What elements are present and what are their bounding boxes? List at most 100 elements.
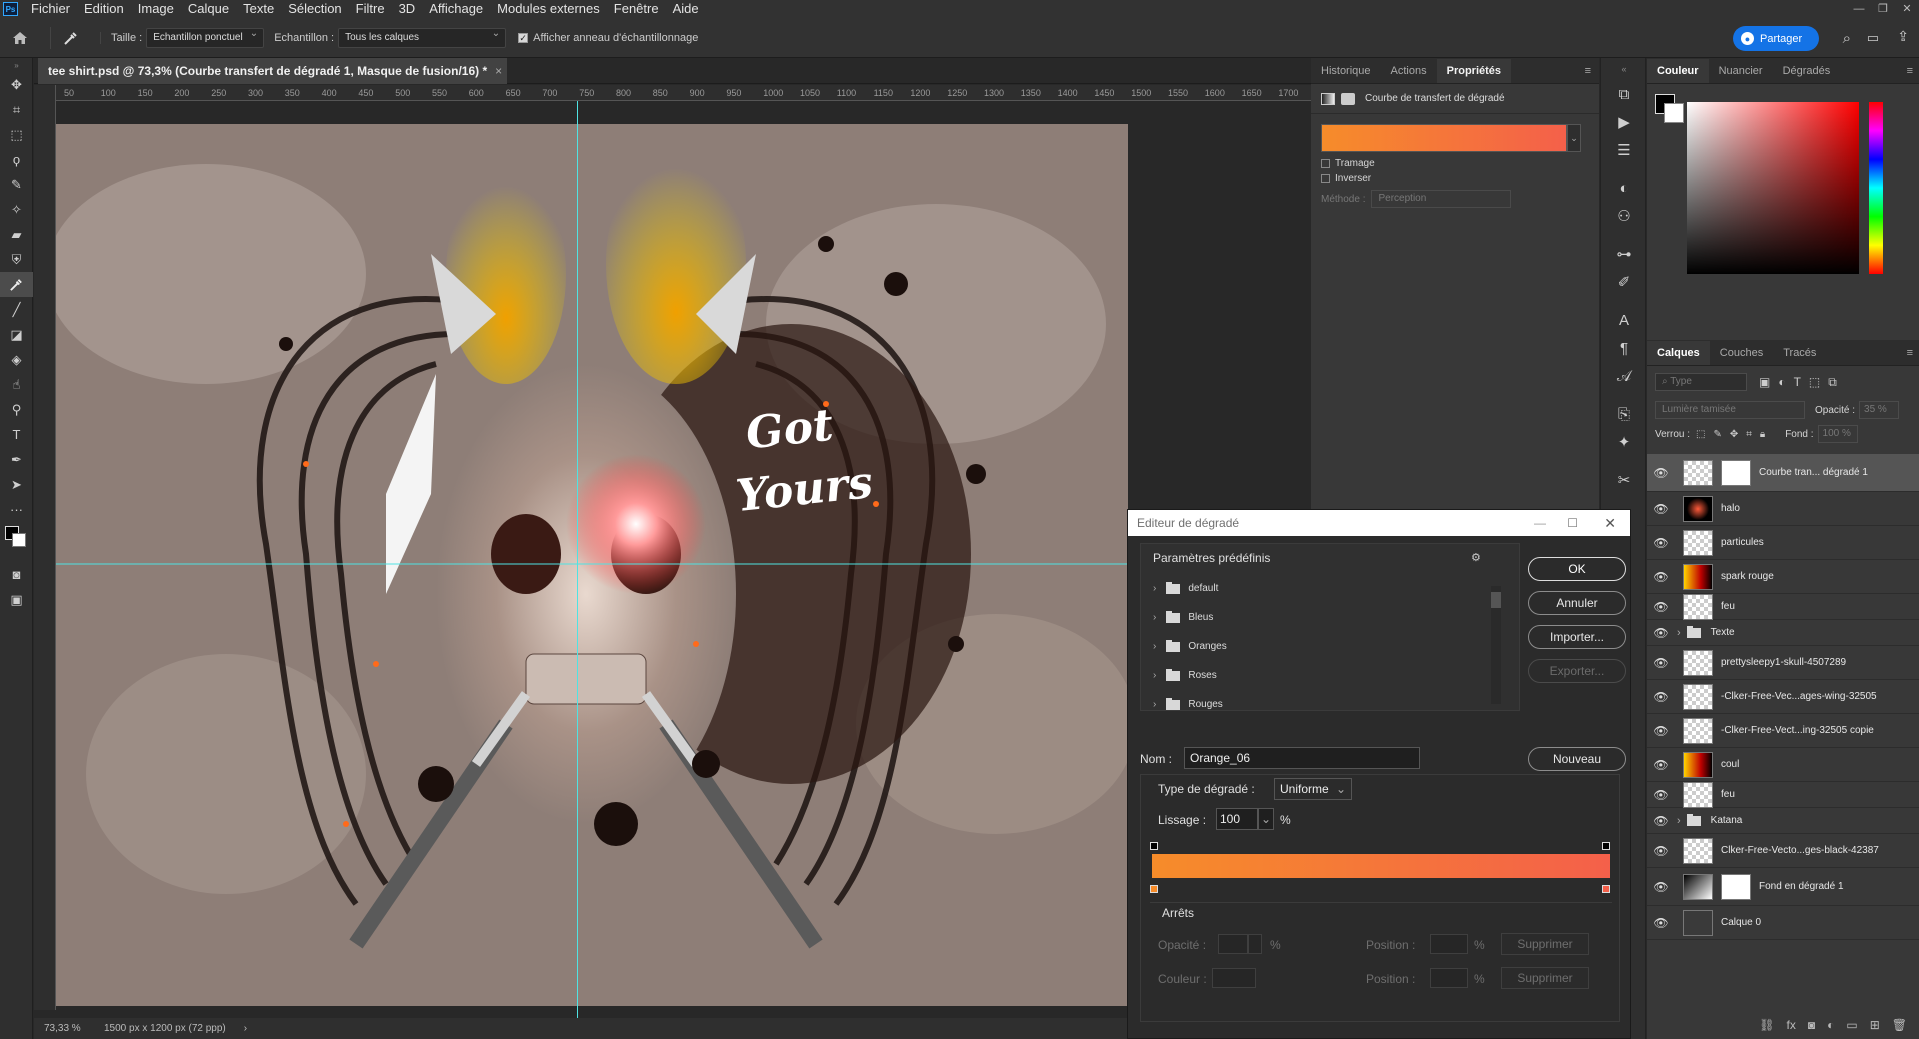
visibility-eye-icon[interactable]: 👁︎ xyxy=(1647,788,1675,802)
chevron-right-icon[interactable]: › xyxy=(1153,583,1156,594)
group-chevron-icon[interactable]: › xyxy=(1677,815,1681,827)
zoom-value[interactable]: 73,33 % xyxy=(34,1023,94,1034)
adjustment-layer-icon[interactable]: ◐ xyxy=(1827,1018,1834,1032)
adjustments-panel-icon[interactable]: ◐ xyxy=(1601,174,1647,202)
size-select[interactable]: Echantillon ponctuel xyxy=(146,25,265,48)
new-group-icon[interactable]: ▭ xyxy=(1846,1018,1857,1032)
tab-layers[interactable]: Calques xyxy=(1647,341,1710,365)
minimize-icon[interactable]: — xyxy=(1847,0,1871,18)
layer-row[interactable]: 👁︎ prettysleepy1-skull-4507289 xyxy=(1647,646,1919,680)
menu-edit[interactable]: Edition xyxy=(77,0,131,18)
tab-paths[interactable]: Tracés xyxy=(1773,341,1826,365)
gradient-bar[interactable] xyxy=(1152,854,1610,878)
menu-view[interactable]: Affichage xyxy=(422,0,490,18)
smoothness-input[interactable]: 100 xyxy=(1216,808,1258,830)
reverse-checkbox[interactable] xyxy=(1321,174,1330,183)
type-select[interactable]: Uniforme ⌄ xyxy=(1274,778,1352,800)
background-color-swatch[interactable] xyxy=(1664,103,1684,123)
visibility-eye-icon[interactable]: 👁︎ xyxy=(1647,466,1675,480)
tab-actions[interactable]: Actions xyxy=(1381,59,1437,83)
chevron-right-icon[interactable]: › xyxy=(1153,641,1156,652)
clone-source-panel-icon[interactable]: ⎘ xyxy=(1601,400,1647,428)
eyedropper-tool-icon[interactable] xyxy=(0,272,33,297)
lock-icons[interactable]: ⬚✎✥⌗🔒︎ xyxy=(1696,429,1773,440)
menu-image[interactable]: Image xyxy=(131,0,181,18)
menu-filter[interactable]: Filtre xyxy=(349,0,392,18)
chevron-right-icon[interactable]: › xyxy=(1153,612,1156,623)
smoothness-dropdown-icon[interactable]: ⌄ xyxy=(1258,808,1274,830)
styles-panel-icon[interactable]: ✦ xyxy=(1601,428,1647,456)
layer-row[interactable]: 👁︎ -Clker-Free-Vect...ing-32505 copie xyxy=(1647,714,1919,748)
fx-icon[interactable]: fx xyxy=(1787,1018,1796,1032)
pen-tool-icon[interactable]: ✒ xyxy=(0,447,33,472)
visibility-eye-icon[interactable]: 👁︎ xyxy=(1647,570,1675,584)
visibility-eye-icon[interactable]: 👁︎ xyxy=(1647,626,1675,640)
hue-slider[interactable] xyxy=(1869,102,1883,274)
stop-opacity-dropdown[interactable] xyxy=(1248,934,1262,954)
visibility-eye-icon[interactable]: 👁︎ xyxy=(1647,656,1675,670)
document-tab[interactable]: tee shirt.psd @ 73,3% (Courbe transfert … xyxy=(38,58,508,84)
marquee-tool-icon[interactable]: ⬚ xyxy=(0,122,33,147)
method-select[interactable]: Perception xyxy=(1371,190,1512,208)
layer-row[interactable]: 👁︎ › Katana xyxy=(1647,808,1919,834)
libraries-panel-icon[interactable]: ⚇ xyxy=(1601,202,1647,230)
visibility-eye-icon[interactable]: 👁︎ xyxy=(1647,690,1675,704)
visibility-eye-icon[interactable]: 👁︎ xyxy=(1647,724,1675,738)
menu-type[interactable]: Texte xyxy=(236,0,281,18)
move-tool-icon[interactable]: ✥ xyxy=(0,72,33,97)
layer-row[interactable]: 👁︎ Calque 0 xyxy=(1647,906,1919,940)
paragraph-panel-icon[interactable]: ¶ xyxy=(1601,334,1647,362)
color-menu-icon[interactable]: ≡ xyxy=(1901,59,1919,83)
cancel-button[interactable]: Annuler xyxy=(1528,591,1626,615)
quick-select-tool-icon[interactable]: ✎ xyxy=(0,172,33,197)
layer-row[interactable]: 👁︎ feu xyxy=(1647,781,1919,808)
layer-mask-thumbnail[interactable] xyxy=(1721,459,1751,486)
dialog-minimize-icon[interactable]: — xyxy=(1534,510,1546,536)
menu-file[interactable]: Fichier xyxy=(24,0,77,18)
glyphs-panel-icon[interactable]: 𝒜 xyxy=(1601,362,1647,390)
opacity-stop-right[interactable] xyxy=(1602,842,1610,850)
layer-filter-icons[interactable]: ▣◐T⬚⧉ xyxy=(1759,375,1845,390)
tab-swatches[interactable]: Nuancier xyxy=(1709,59,1773,83)
add-mask-icon[interactable]: ◙ xyxy=(1808,1018,1815,1032)
menu-window[interactable]: Fenêtre xyxy=(607,0,666,18)
blend-mode-select[interactable]: Lumière tamisée xyxy=(1655,401,1805,419)
new-layer-icon[interactable]: ⊞ xyxy=(1870,1018,1880,1032)
screen-mode-icon[interactable]: ▣ xyxy=(0,587,33,612)
visibility-eye-icon[interactable]: 👁︎ xyxy=(1647,880,1675,894)
group-chevron-icon[interactable]: › xyxy=(1677,627,1681,639)
history-panel-icon[interactable]: ⧉ xyxy=(1601,80,1647,108)
share-button[interactable]: ● Partager xyxy=(1733,26,1819,51)
text-tool-icon[interactable]: T xyxy=(0,422,33,447)
quick-mask-icon[interactable]: ◙ xyxy=(0,562,33,587)
lasso-tool-icon[interactable]: ϙ xyxy=(0,147,33,172)
visibility-eye-icon[interactable]: 👁︎ xyxy=(1647,600,1675,614)
search-icon[interactable]: ⌕ xyxy=(1843,30,1851,47)
tools-panel-icon[interactable]: ✂ xyxy=(1601,466,1647,494)
brush-panel-icon[interactable]: ✐ xyxy=(1601,268,1647,296)
menu-help[interactable]: Aide xyxy=(666,0,706,18)
stamp-tool-icon[interactable]: ⛨ xyxy=(0,247,33,272)
layer-row[interactable]: 👁︎ spark rouge xyxy=(1647,560,1919,594)
stop-opacity-position-input[interactable] xyxy=(1430,934,1468,954)
properties-panel-icon[interactable]: ☰ xyxy=(1601,136,1647,164)
preset-folder[interactable]: › Oranges xyxy=(1141,632,1227,661)
link-layers-icon[interactable]: ⛓ xyxy=(1759,1018,1774,1032)
layer-row[interactable]: 👁︎ › Texte xyxy=(1647,620,1919,646)
restore-icon[interactable]: ❐ xyxy=(1871,0,1895,18)
dither-checkbox[interactable] xyxy=(1321,159,1330,168)
chevron-right-icon[interactable]: › xyxy=(1153,699,1156,710)
collapse-icon[interactable]: » xyxy=(0,58,33,72)
mask-icon[interactable] xyxy=(1341,92,1355,105)
character-panel-icon[interactable]: A xyxy=(1601,306,1647,334)
menu-3d[interactable]: 3D xyxy=(392,0,423,18)
layer-row[interactable]: 👁︎ Fond en dégradé 1 xyxy=(1647,868,1919,906)
more-tools-icon[interactable]: ··· xyxy=(0,497,33,522)
tab-color[interactable]: Couleur xyxy=(1647,59,1709,83)
preset-scrollbar[interactable] xyxy=(1491,586,1501,704)
delete-color-stop-button[interactable]: Supprimer xyxy=(1501,967,1589,989)
color-field[interactable] xyxy=(1687,102,1859,274)
new-button[interactable]: Nouveau xyxy=(1528,747,1626,771)
workspace-icon[interactable]: ▭ xyxy=(1867,30,1879,46)
tab-gradients[interactable]: Dégradés xyxy=(1773,59,1841,83)
